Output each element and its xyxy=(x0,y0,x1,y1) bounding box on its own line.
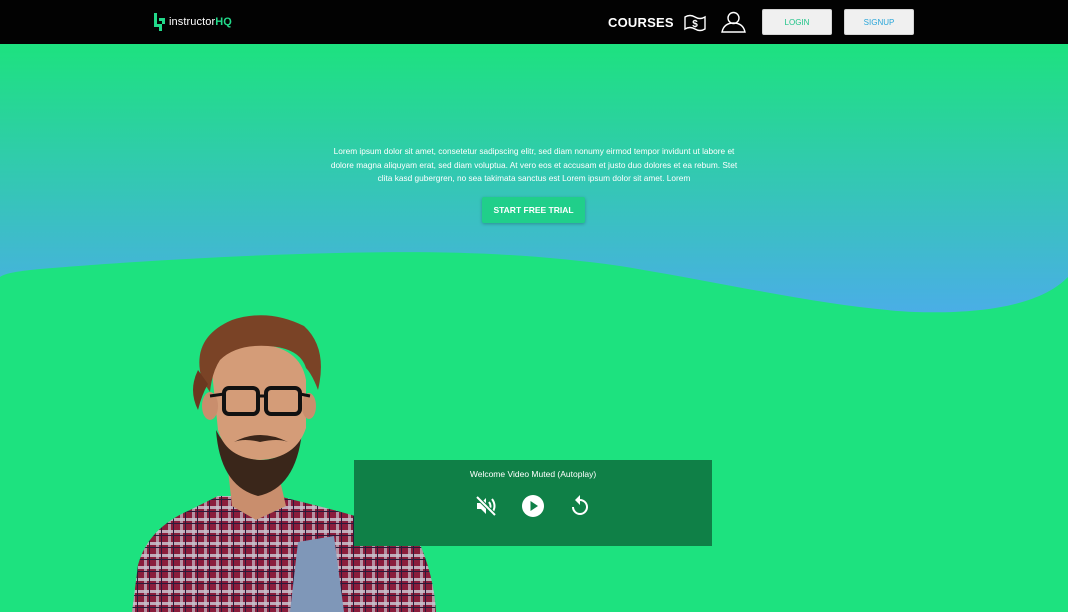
logo-text: instructorHQ xyxy=(169,16,232,28)
hero-wave-background xyxy=(0,44,1068,313)
replay-icon[interactable] xyxy=(568,494,592,518)
volume-muted-icon[interactable] xyxy=(474,494,498,518)
top-navigation-bar: instructorHQ COURSES $ LOGIN SIGNUP xyxy=(0,0,1068,44)
hero-section: Lorem ipsum dolor sit amet, consetetur s… xyxy=(0,44,1068,344)
courses-link[interactable]: COURSES xyxy=(608,15,674,30)
svg-text:$: $ xyxy=(692,19,698,30)
login-button[interactable]: LOGIN xyxy=(762,9,832,35)
money-bill-icon[interactable]: $ xyxy=(684,13,706,33)
play-icon[interactable] xyxy=(521,494,545,518)
start-free-trial-button[interactable]: START FREE TRIAL xyxy=(482,197,585,223)
hero-description: Lorem ipsum dolor sit amet, consetetur s… xyxy=(330,146,738,183)
logo[interactable]: instructorHQ xyxy=(153,12,232,32)
instructorhq-logo-icon xyxy=(154,13,165,31)
user-icon[interactable] xyxy=(721,11,746,33)
video-title: Welcome Video Muted (Autoplay) xyxy=(469,469,597,479)
welcome-video-panel: Welcome Video Muted (Autoplay) xyxy=(354,460,712,546)
signup-button[interactable]: SIGNUP xyxy=(844,9,914,35)
